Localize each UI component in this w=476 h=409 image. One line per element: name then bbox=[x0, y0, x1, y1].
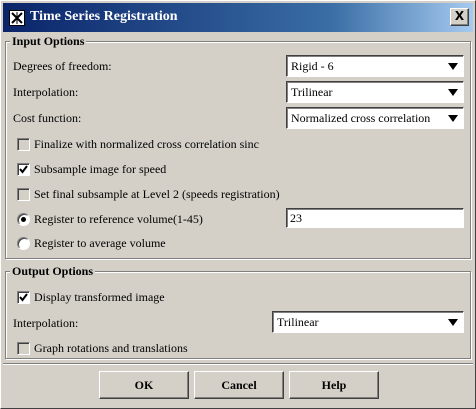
button-divider bbox=[3, 363, 473, 365]
input-options-group: Input Options Degrees of freedom: Rigid … bbox=[5, 34, 471, 259]
interpolation-dropdown[interactable]: Trilinear bbox=[286, 81, 464, 103]
title-bar[interactable]: Time Series Registration X bbox=[3, 3, 473, 32]
register-reference-label: Register to reference volume(1-45) bbox=[34, 212, 203, 226]
checkmark-icon bbox=[19, 165, 28, 174]
interpolation-value: Trilinear bbox=[291, 85, 333, 99]
finalize-label: Finalize with normalized cross correlati… bbox=[34, 137, 259, 151]
checkmark-icon bbox=[19, 293, 28, 302]
dialog-window: Time Series Registration X Input Options… bbox=[0, 0, 476, 409]
chevron-down-icon bbox=[448, 319, 458, 326]
cancel-button[interactable]: Cancel bbox=[194, 371, 284, 399]
display-transformed-checkbox[interactable] bbox=[17, 291, 30, 304]
output-interpolation-value: Trilinear bbox=[277, 315, 319, 329]
register-average-radio[interactable] bbox=[17, 237, 30, 250]
cost-function-label: Cost function: bbox=[13, 111, 82, 125]
output-interpolation-label: Interpolation: bbox=[13, 316, 79, 330]
final-subsample-label: Set final subsample at Level 2 (speeds r… bbox=[34, 187, 280, 201]
chevron-down-icon bbox=[448, 115, 458, 122]
output-options-title: Output Options bbox=[10, 264, 96, 279]
dof-dropdown[interactable]: Rigid - 6 bbox=[286, 55, 464, 77]
dof-value: Rigid - 6 bbox=[291, 59, 334, 73]
chevron-down-icon bbox=[448, 63, 458, 70]
cost-function-dropdown[interactable]: Normalized cross correlation bbox=[286, 107, 464, 129]
graph-checkbox[interactable] bbox=[17, 342, 30, 355]
interpolation-label: Interpolation: bbox=[13, 85, 79, 99]
subsample-label: Subsample image for speed bbox=[34, 162, 167, 176]
output-options-group: Output Options Display transformed image… bbox=[5, 264, 471, 359]
subsample-checkbox[interactable] bbox=[17, 163, 30, 176]
output-interpolation-dropdown[interactable]: Trilinear bbox=[272, 311, 464, 333]
radio-dot-icon bbox=[21, 217, 26, 222]
display-transformed-label: Display transformed image bbox=[34, 290, 165, 304]
register-average-label: Register to average volume bbox=[34, 236, 166, 250]
chevron-down-icon bbox=[448, 89, 458, 96]
dof-label: Degrees of freedom: bbox=[13, 59, 112, 73]
close-button[interactable]: X bbox=[450, 8, 469, 26]
finalize-checkbox[interactable] bbox=[17, 138, 30, 151]
window-app-icon bbox=[9, 10, 25, 26]
register-reference-radio[interactable] bbox=[17, 213, 30, 226]
final-subsample-checkbox[interactable] bbox=[17, 188, 30, 201]
reference-volume-input[interactable] bbox=[286, 208, 464, 228]
input-options-title: Input Options bbox=[10, 34, 87, 49]
graph-label: Graph rotations and translations bbox=[34, 341, 188, 355]
close-icon: X bbox=[454, 9, 465, 23]
window-title: Time Series Registration bbox=[30, 9, 178, 24]
cost-function-value: Normalized cross correlation bbox=[291, 111, 431, 125]
ok-button[interactable]: OK bbox=[99, 371, 189, 399]
help-button[interactable]: Help bbox=[289, 371, 379, 399]
